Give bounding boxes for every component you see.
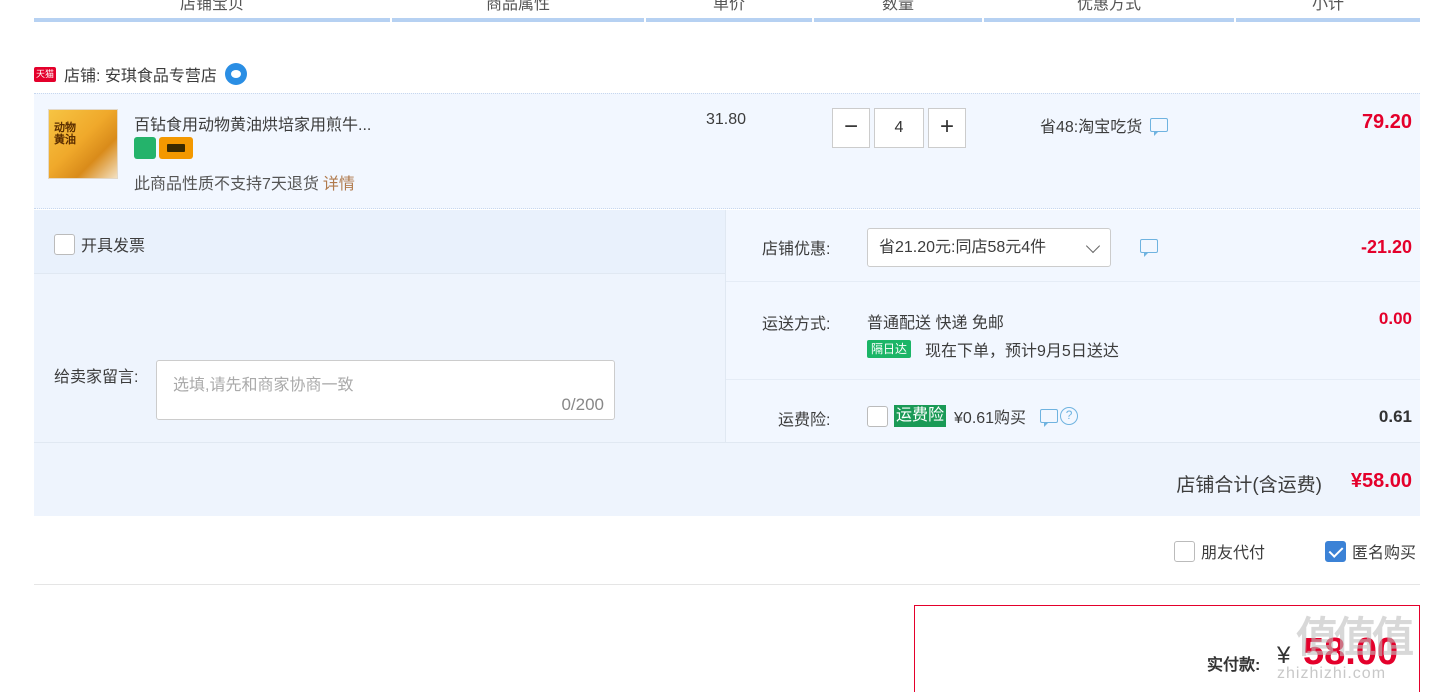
message-placeholder: 选填,请先和商家协商一致 [173,377,354,394]
shipping-label: 运送方式: [762,316,831,333]
thumbnail-label: 动物黄油 [54,122,76,146]
shop-discount-label: 店铺优惠: [762,241,831,258]
anonymous-checkbox[interactable] [1325,540,1346,562]
cart-header: 店铺宝贝 商品属性 单价 数量 优惠方式 小计 [34,0,1420,22]
unit-price: 31.80 [706,111,747,128]
order-options-panel: 开具发票 给卖家留言: 选填,请先和商家协商一致 0/200 店铺优惠: 省21… [34,210,1420,516]
tmall-icon: 天猫 [34,66,56,82]
delivery-estimate: 隔日达 现在下单，预计9月5日送达 [867,337,1119,361]
product-title[interactable]: 百钻食用动物黄油烘培家用煎牛... [134,111,371,135]
insurance-checkbox[interactable] [867,405,888,427]
col-header-price: 单价 [646,0,812,22]
quantity-plus-button[interactable]: + [928,108,966,148]
promo-info: 省48:淘宝吃货 [1040,113,1169,137]
shop-total-row: 店铺合计(含运费) ¥58.00 [34,442,1420,516]
cart-item-row: 动物黄油 百钻食用动物黄油烘培家用煎牛... 此商品性质不支持7天退货 详情 31… [34,93,1420,209]
shop-discount-selected: 省21.20元:同店58元4件 [879,239,1047,256]
col-header-item: 店铺宝贝 [34,0,390,22]
payment-label: 实付款: [1207,657,1261,674]
insurance-amount: 0.61 [1378,407,1412,426]
chevron-down-icon [1085,238,1101,254]
payment-options-row: 朋友代付 匿名购买 [34,517,1420,585]
next-day-tag: 隔日达 [867,340,912,358]
wangwang-chat-icon[interactable] [224,63,247,85]
invoice-section: 开具发票 [34,210,726,274]
delivery-eta: 现在下单，预计9月5日送达 [925,343,1119,360]
item-subtotal: 79.20 [1361,111,1412,133]
insurance-price: ¥0.61购买 [954,410,1027,427]
shop-line: 天猫 店铺: 安琪食品专营店 [34,62,247,86]
shop-discount-row: 店铺优惠: 省21.20元:同店58元4件 -21.20 [726,210,1420,282]
insurance-tag: 运费险 [894,405,947,427]
anonymous-option[interactable]: 匿名购买 [1325,539,1416,563]
product-badges [134,137,193,159]
card-badge-icon [159,137,193,159]
message-char-counter: 0/200 [561,395,604,414]
shop-total-label: 店铺合计(含运费) [1176,475,1322,496]
shop-discount-select[interactable]: 省21.20元:同店58元4件 [867,228,1111,267]
friend-pay-label: 朋友代付 [1201,545,1266,562]
insurance-option[interactable]: 运费险 ¥0.61购买 ? [867,404,1079,428]
col-header-promo: 优惠方式 [984,0,1234,22]
insurance-row: 运费险: 运费险 ¥0.61购买 ? 0.61 [726,380,1420,442]
quantity-stepper: − 4 + [832,108,966,148]
message-textarea[interactable]: 选填,请先和商家协商一致 0/200 [156,360,615,420]
col-header-attr: 商品属性 [392,0,644,22]
friend-pay-option[interactable]: 朋友代付 [1174,539,1265,563]
comment-icon[interactable] [1150,118,1169,136]
return-policy-note: 此商品性质不支持7天退货 详情 [134,170,355,194]
quantity-input[interactable]: 4 [874,108,924,148]
watermark-logo: 值值值 [1296,614,1414,661]
product-thumbnail[interactable]: 动物黄油 [48,109,118,179]
message-section: 给卖家留言: 选填,请先和商家协商一致 0/200 [34,274,726,442]
shop-discount-amount: -21.20 [1360,237,1412,257]
insurance-label: 运费险: [778,412,831,429]
anonymous-label: 匿名购买 [1352,545,1417,562]
shipping-row: 运送方式: 普通配送 快递 免邮 隔日达 现在下单，预计9月5日送达 0.00 [726,282,1420,380]
return-policy-text: 此商品性质不支持7天退货 [134,176,319,193]
invoice-option[interactable]: 开具发票 [54,232,145,256]
friend-pay-checkbox[interactable] [1174,540,1195,562]
service-badge-icon [134,137,156,159]
help-icon[interactable]: ? [1060,407,1079,425]
message-label: 给卖家留言: [54,369,139,386]
col-header-subtotal: 小计 [1236,0,1420,22]
col-header-qty: 数量 [814,0,982,22]
comment-icon[interactable] [1140,239,1158,257]
shop-total-amount: ¥58.00 [1350,470,1412,492]
detail-link[interactable]: 详情 [323,176,355,193]
invoice-label: 开具发票 [81,238,146,255]
invoice-checkbox[interactable] [54,233,75,255]
shipping-amount: 0.00 [1378,309,1412,328]
quantity-minus-button[interactable]: − [832,108,870,148]
comment-icon[interactable] [1040,409,1059,427]
promo-text: 省48:淘宝吃货 [1040,119,1143,136]
shipping-method: 普通配送 快递 免邮 [867,315,1004,332]
watermark-site: zhizhizhi.com [1277,665,1387,682]
shop-name[interactable]: 店铺: 安琪食品专营店 [64,62,217,86]
